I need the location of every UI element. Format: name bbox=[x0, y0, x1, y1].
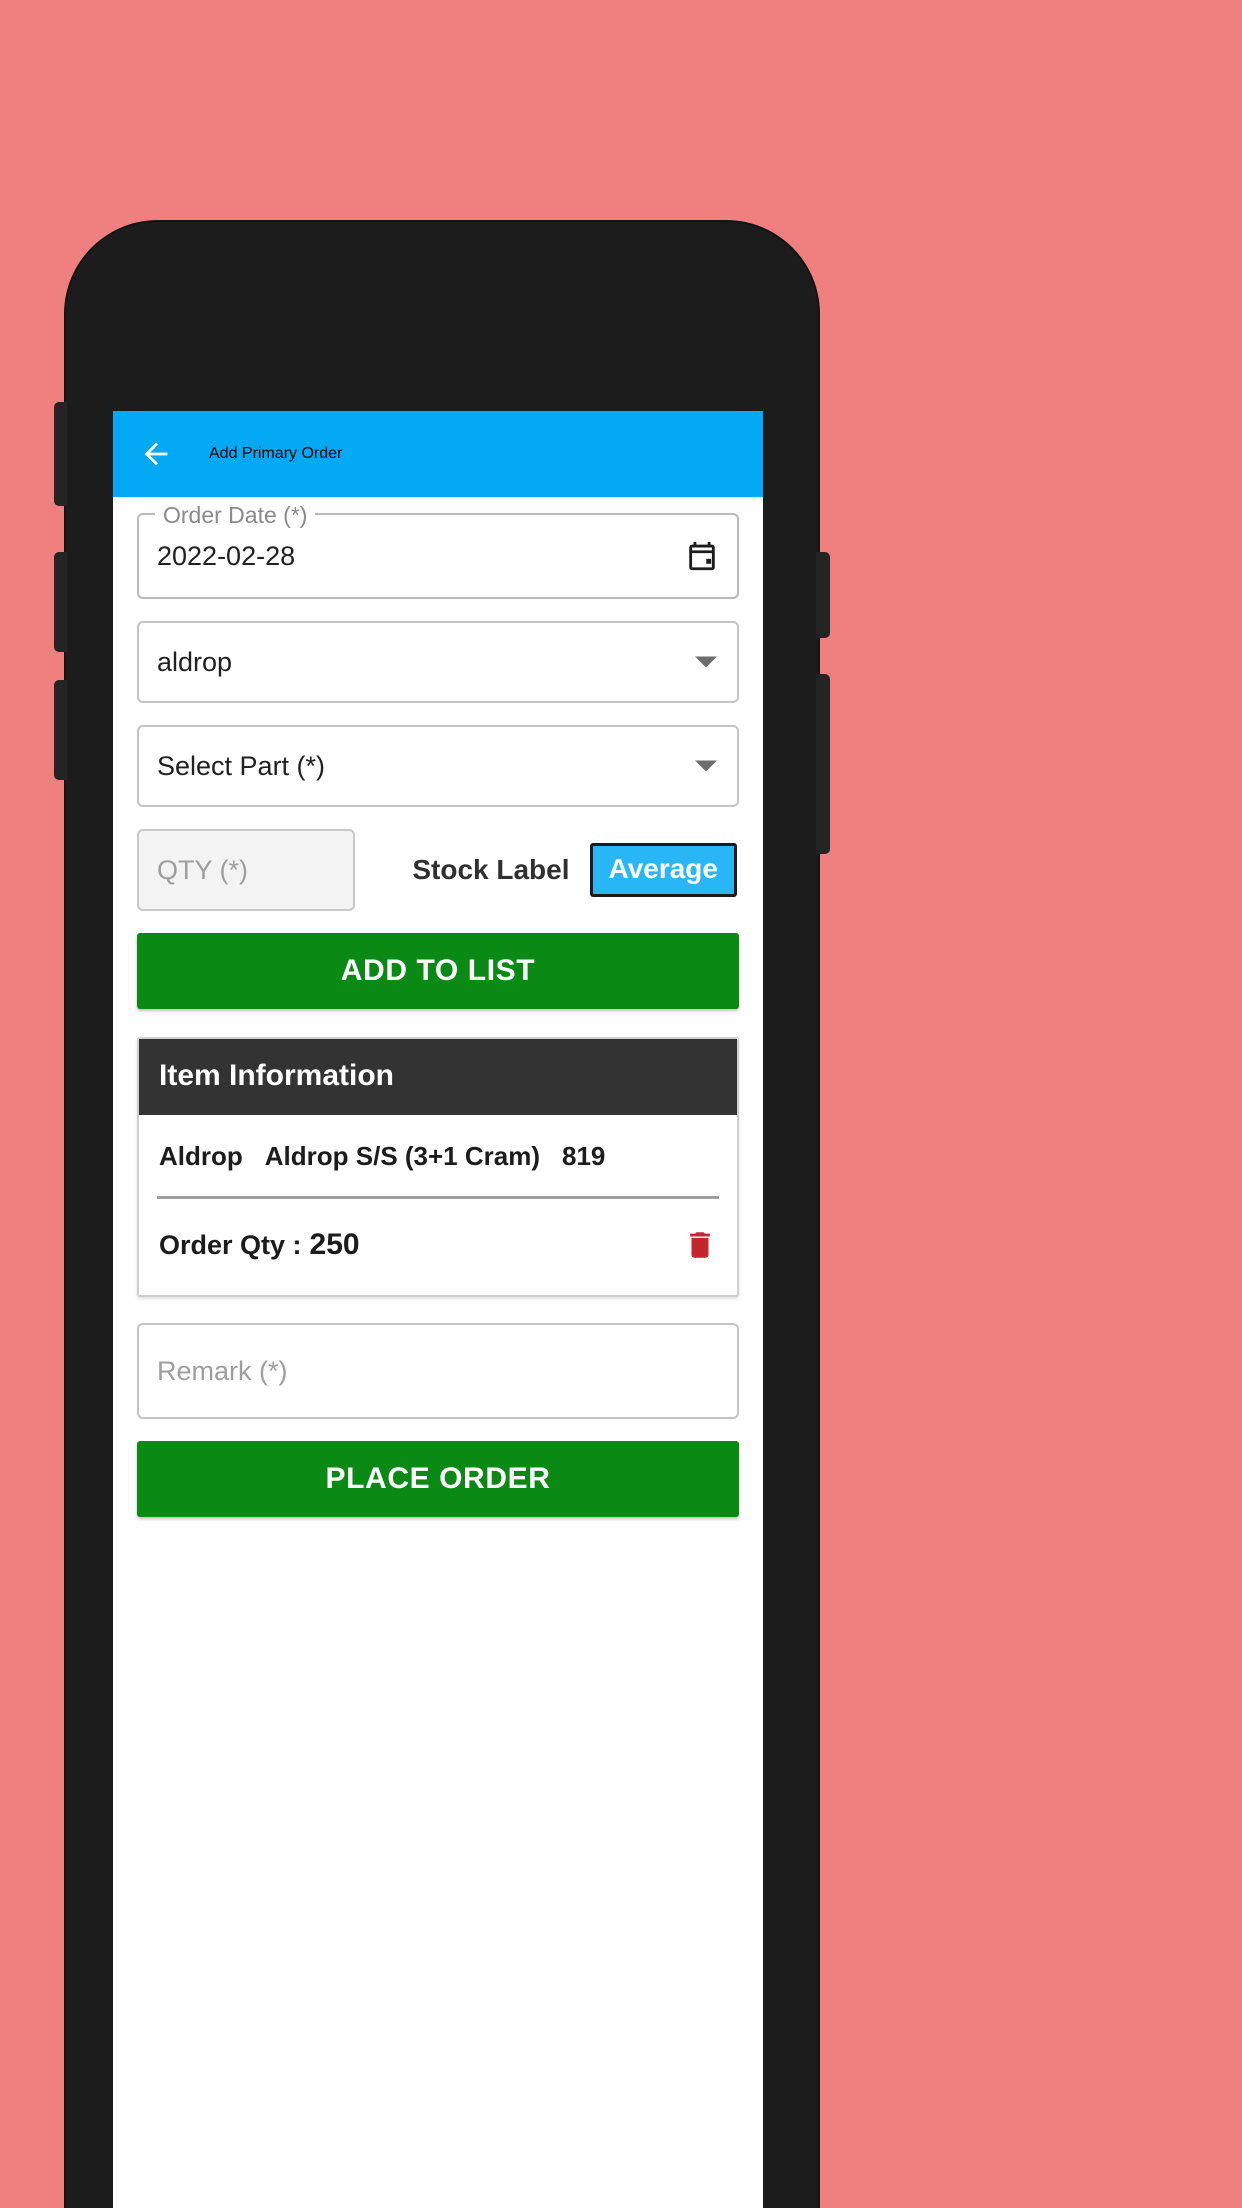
item-information-card: Item Information Aldrop Aldrop S/S (3+1 … bbox=[137, 1037, 739, 1297]
order-date-value: 2022-02-28 bbox=[157, 540, 296, 571]
phone-left-button-2 bbox=[54, 552, 67, 652]
item-brand: Aldrop bbox=[159, 1141, 243, 1171]
app-bar: Add Primary Order bbox=[113, 411, 763, 497]
qty-placeholder: QTY (*) bbox=[157, 854, 249, 885]
item-description: Aldrop S/S (3+1 Cram) bbox=[264, 1141, 540, 1171]
stock-label-text: Stock Label bbox=[412, 854, 570, 885]
stock-status-badge[interactable]: Average bbox=[589, 843, 737, 897]
item-code: 819 bbox=[562, 1141, 606, 1171]
remark-input[interactable]: Remark (*) bbox=[137, 1323, 739, 1419]
add-to-list-button[interactable]: ADD TO LIST bbox=[137, 933, 739, 1009]
calendar-icon[interactable] bbox=[685, 539, 719, 573]
party-dropdown[interactable]: aldrop bbox=[137, 621, 739, 703]
part-dropdown[interactable]: Select Part (*) bbox=[137, 725, 739, 807]
order-date-label: Order Date (*) bbox=[155, 502, 316, 528]
phone-left-button-3 bbox=[54, 680, 67, 780]
qty-row: QTY (*) Stock Label Average bbox=[137, 829, 739, 911]
item-qty-row: Order Qty :250 bbox=[157, 1199, 719, 1295]
order-date-field[interactable]: Order Date (*) 2022-02-28 bbox=[137, 502, 739, 599]
phone-left-button-1 bbox=[54, 402, 67, 506]
party-dropdown-value: aldrop bbox=[157, 646, 233, 677]
order-form: Order Date (*) 2022-02-28 aldrop Select … bbox=[113, 497, 763, 1517]
chevron-down-icon bbox=[695, 760, 717, 772]
trash-icon[interactable] bbox=[683, 1225, 717, 1265]
page-title: Add Primary Order bbox=[209, 445, 343, 462]
phone-screen: Add Primary Order Order Date (*) 2022-02… bbox=[113, 411, 763, 2208]
item-information-header: Item Information bbox=[139, 1039, 737, 1115]
phone-right-button-1 bbox=[816, 552, 830, 638]
qty-input[interactable]: QTY (*) bbox=[137, 829, 355, 911]
arrow-left-icon[interactable] bbox=[139, 437, 173, 471]
chevron-down-icon bbox=[695, 656, 717, 668]
item-qty-label: Order Qty : bbox=[159, 1230, 302, 1260]
table-row: Aldrop Aldrop S/S (3+1 Cram) 819 bbox=[157, 1115, 719, 1199]
item-qty-group: Order Qty :250 bbox=[159, 1228, 360, 1262]
item-qty-value: 250 bbox=[309, 1228, 360, 1261]
stock-label-group: Stock Label Average bbox=[355, 843, 739, 897]
part-dropdown-value: Select Part (*) bbox=[157, 750, 326, 781]
item-information-body: Aldrop Aldrop S/S (3+1 Cram) 819 Order Q… bbox=[139, 1115, 737, 1295]
phone-right-button-2 bbox=[816, 674, 830, 854]
phone-mockup-frame: Add Primary Order Order Date (*) 2022-02… bbox=[54, 222, 830, 2208]
place-order-button[interactable]: PLACE ORDER bbox=[137, 1441, 739, 1517]
remark-placeholder: Remark (*) bbox=[157, 1355, 288, 1386]
